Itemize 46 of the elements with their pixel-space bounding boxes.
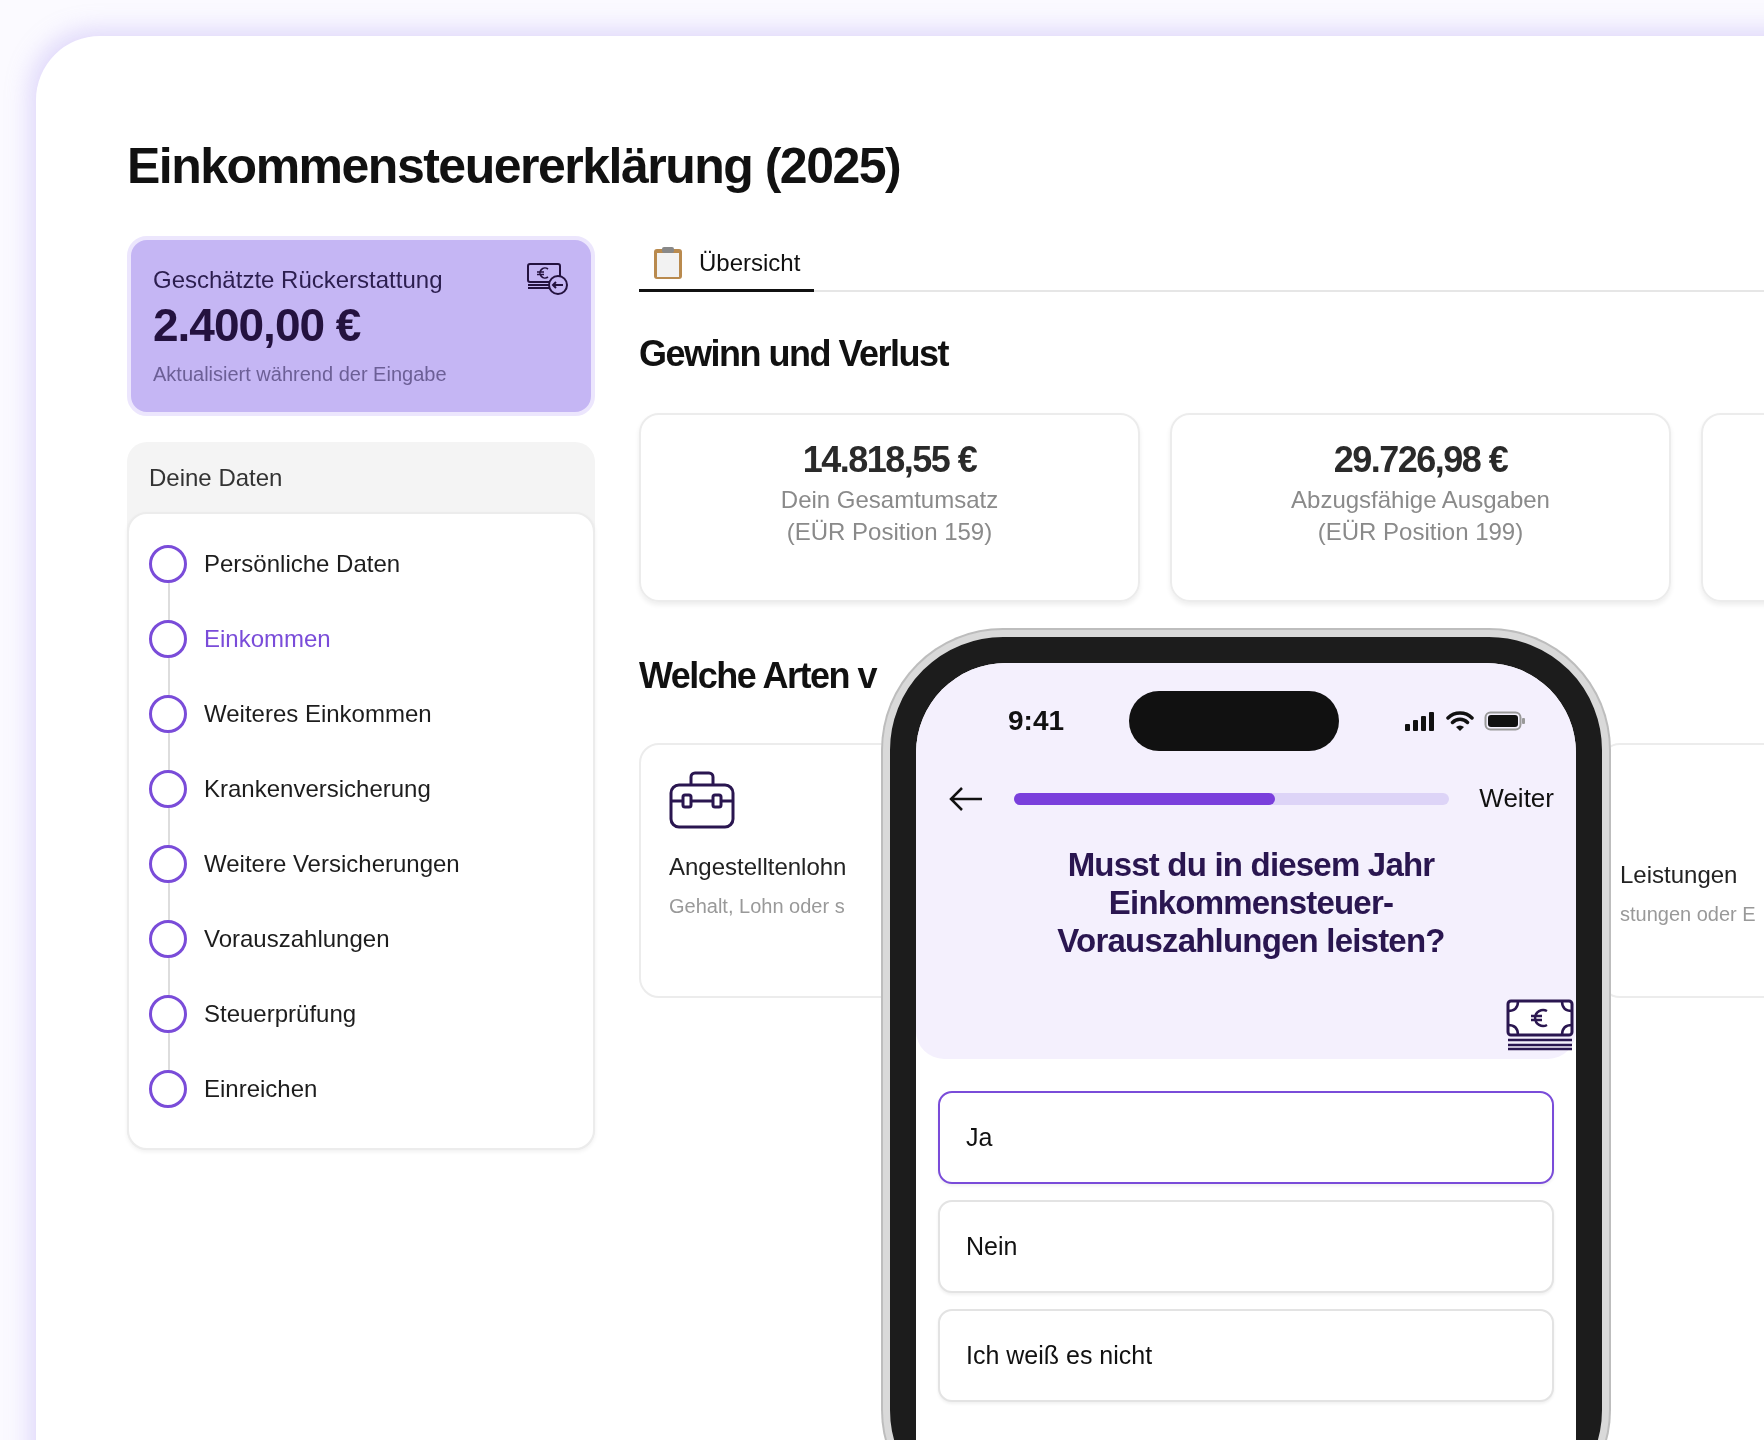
stat-label: Abzugsfähige Ausgaben (EÜR Position 199) (1290, 485, 1551, 548)
stat-value: 14.818,55 € (801, 438, 978, 483)
step-circle-icon (149, 994, 187, 1033)
type-subtitle: Gehalt, Lohn oder s (669, 894, 845, 920)
step-item[interactable]: Einreichen (149, 1051, 573, 1126)
answer-option[interactable]: Nein (938, 1200, 1554, 1293)
step-circle-icon (149, 1069, 187, 1108)
refund-note: Aktualisiert während der Eingabe (153, 362, 448, 388)
clipboard-icon (653, 245, 683, 280)
stat-value: 29.726,98 € (1332, 438, 1509, 483)
step-item[interactable]: Weitere Versicherungen (149, 826, 573, 901)
type-subtitle: stungen oder E (1620, 902, 1756, 928)
step-circle-icon (149, 919, 187, 958)
step-circle-icon (149, 619, 187, 658)
panel-heading: Deine Daten (148, 463, 284, 493)
refund-amount: 2.400,00 € (153, 298, 362, 353)
answer-option[interactable]: Ich weiß es nicht (938, 1309, 1554, 1402)
type-title: Angestelltenlohn (669, 852, 847, 883)
answer-option[interactable]: Ja (938, 1091, 1554, 1184)
page-title: Einkommensteuererklärung (2025) (127, 137, 902, 196)
step-item[interactable]: Steuerprüfung (149, 976, 573, 1051)
signal-icon (1404, 711, 1436, 731)
step-item[interactable]: Krankenversicherung (149, 751, 573, 826)
status-time: 9:41 (1008, 704, 1065, 738)
step-circle-icon (149, 544, 187, 583)
step-circle-icon (149, 844, 187, 883)
section-title: Gewinn und Verlust (639, 332, 950, 376)
step-item[interactable]: Vorauszahlungen (149, 901, 573, 976)
step-circle-icon (149, 769, 187, 808)
wifi-icon (1446, 711, 1474, 731)
briefcase-icon (669, 771, 735, 830)
tab[interactable]: Übersicht (639, 236, 815, 292)
step-item[interactable]: Weiteres Einkommen (149, 676, 573, 751)
step-circle-icon (149, 694, 187, 733)
battery-icon (1484, 711, 1526, 731)
back-arrow-icon (948, 785, 984, 812)
step-item[interactable]: Persönliche Daten (149, 526, 573, 601)
refund-label: Geschätzte Rückerstattung (153, 265, 443, 295)
back-button[interactable] (948, 785, 984, 812)
type-title: Leistungen (1620, 860, 1738, 891)
section-title: Welche Arten v (639, 654, 878, 698)
step-item[interactable]: Einkommen (149, 601, 573, 676)
next-button[interactable]: Weiter (1479, 779, 1554, 818)
stat-label: Dein Gesamtumsatz (EÜR Position 159) (779, 485, 1000, 548)
money-return-icon (527, 262, 569, 296)
question-text: Musst du in diesem Jahr Einkommensteuer-Vorauszahlungen leisten? (1056, 846, 1446, 960)
